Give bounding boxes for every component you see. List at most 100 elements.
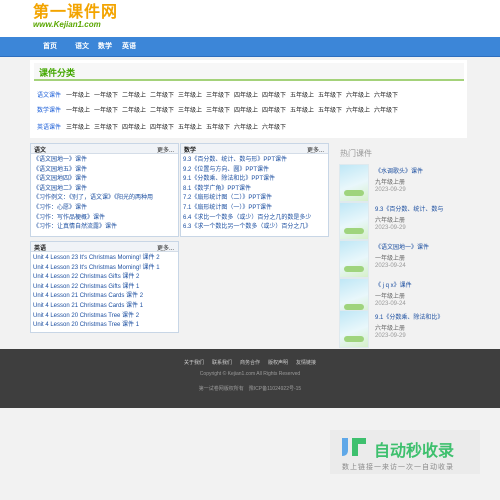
category-box: 课件分类 语文课件 一年级上 一年级下 二年级上 二年级下 三年级上 三年级下 … [30,60,467,138]
list-item[interactable]: 《习作：让真情自然流露》课件 [33,223,153,233]
list-item[interactable]: 9.2《位置与方向、圆》PPT课件 [183,166,311,176]
grade-link[interactable]: 三年级下 [94,122,118,131]
grade-link[interactable]: 五年级上 [290,90,314,99]
grade-link[interactable]: 一年级上 [66,105,90,114]
hot-item-title[interactable]: 《水调歌头》课件 [375,166,423,175]
list-item[interactable]: 《习作例文：《别了，语文课》《阳光的两种用 [33,194,153,204]
watermark-subtitle: 数上链接一来访一次一自动收录 [342,464,454,471]
grade-link[interactable]: 五年级下 [318,105,342,114]
thumbnail-image[interactable] [339,164,369,202]
footer-link-friends[interactable]: 友情链接 [296,359,316,366]
footer-link-contact[interactable]: 联系我们 [212,359,232,366]
list-item[interactable]: 9.1《分数乘、除法和比》PPT课件 [183,175,311,185]
hot-item-title[interactable]: 《语文园地一》课件 [375,242,429,251]
grade-link[interactable]: 五年级上 [178,122,202,131]
hot-item[interactable]: 9.1《分数乘、除法和比》 六年级上册 2023-09-29 [339,310,467,348]
category-label[interactable]: 英语课件 [37,122,61,131]
grade-link[interactable]: 三年级上 [178,90,202,99]
chinese-list: 《语文园地一》课件 《语文园地五》课件 《语文园地四》课件 《语文园地二》课件 … [33,156,153,233]
thumbnail-image[interactable] [339,240,369,278]
grade-link[interactable]: 四年级上 [234,90,258,99]
grade-link[interactable]: 四年级下 [150,122,174,131]
list-item[interactable]: 7.1《扇形统计图（一）》PPT课件 [183,204,311,214]
grade-link[interactable]: 三年级上 [66,122,90,131]
category-label[interactable]: 数学课件 [37,105,61,114]
list-item[interactable]: Unit 4 Lesson 20 Christmas Tree 课件 2 [33,312,160,322]
grade-link[interactable]: 二年级上 [122,90,146,99]
grade-link[interactable]: 五年级上 [290,105,314,114]
grade-link[interactable]: 三年级上 [178,105,202,114]
grade-link[interactable]: 六年级上 [234,122,258,131]
site-logo[interactable]: 第一课件网 www.Kejian1.com [33,4,118,30]
list-item[interactable]: Unit 4 Lesson 23 It's Christmas Morning!… [33,264,160,274]
grade-link[interactable]: 二年级下 [150,105,174,114]
hot-item-title[interactable]: 9.3《百分数、统计、数与 [375,204,443,213]
nav-item-english[interactable]: 英语 [122,37,136,57]
category-row-math: 数学课件 一年级上 一年级下 二年级上 二年级下 三年级上 三年级下 四年级上 … [30,105,467,115]
list-item[interactable]: Unit 4 Lesson 20 Christmas Tree 课件 1 [33,321,160,331]
list-item[interactable]: 《语文园地五》课件 [33,166,153,176]
list-item[interactable]: 《语文园地二》课件 [33,185,153,195]
grade-link[interactable]: 五年级下 [318,90,342,99]
grade-link[interactable]: 一年级下 [94,90,118,99]
more-link[interactable]: 更多... [157,243,174,252]
list-item[interactable]: Unit 4 Lesson 21 Christmas Cards 课件 2 [33,292,160,302]
thumbnail-image[interactable] [339,202,369,240]
list-item[interactable]: 7.2《扇形统计图（二）》PPT课件 [183,194,311,204]
grade-link[interactable]: 六年级下 [374,105,398,114]
icp-text: 第一试卷网版权所有 豫ICP备11024922号-15 [198,386,302,392]
footer-link-copyright[interactable]: 版权声明 [268,359,288,366]
grade-link[interactable]: 六年级上 [346,90,370,99]
panel-title: 英语 [34,246,47,252]
footer-link-about[interactable]: 关于我们 [184,359,204,366]
grade-link[interactable]: 五年级下 [206,122,230,131]
grade-link[interactable]: 六年级上 [346,105,370,114]
list-item[interactable]: 8.1《数学广角》PPT课件 [183,185,311,195]
footer-link-business[interactable]: 商务合作 [240,359,260,366]
hot-title: 热门课件 [340,149,372,158]
grade-link[interactable]: 一年级下 [94,105,118,114]
list-item[interactable]: 《习作：心愿》课件 [33,204,153,214]
hot-item[interactable]: 《语文园地一》课件 一年级上册 2023-09-24 [339,240,467,278]
grade-link[interactable]: 六年级下 [262,122,286,131]
hot-item-title[interactable]: 《 j q x》课件 [375,280,412,289]
list-item[interactable]: 《习作：写作品梗概》课件 [33,214,153,224]
list-item[interactable]: 《语文园地四》课件 [33,175,153,185]
grade-link[interactable]: 三年级下 [206,105,230,114]
panel-header: 英语 更多... [31,242,178,252]
more-link[interactable]: 更多... [307,145,324,154]
hot-item[interactable]: 《水调歌头》课件 九年级上册 2023-09-29 [339,164,467,202]
logo-text: 第一课件网 [33,2,119,21]
site-header: 第一课件网 www.Kejian1.com [0,0,500,37]
list-item[interactable]: Unit 4 Lesson 22 Christmas Gifts 课件 2 [33,273,160,283]
hot-sidebar: 热门课件 《水调歌头》课件 九年级上册 2023-09-29 9.3《百分数、统… [337,140,467,348]
grade-link[interactable]: 二年级下 [150,90,174,99]
list-item[interactable]: Unit 4 Lesson 23 It's Christmas Morning!… [33,254,160,264]
list-item[interactable]: Unit 4 Lesson 22 Christmas Gifts 课件 1 [33,283,160,293]
list-item[interactable]: Unit 4 Lesson 21 Christmas Cards 课件 1 [33,302,160,312]
hot-item-date: 2023-09-29 [375,333,406,339]
grade-link[interactable]: 四年级下 [262,105,286,114]
grade-link[interactable]: 一年级上 [66,90,90,99]
nav-item-math[interactable]: 数学 [98,37,112,57]
chinese-panel: 语文 更多... 《语文园地一》课件 《语文园地五》课件 《语文园地四》课件 《… [30,143,179,237]
grade-link[interactable]: 二年级上 [122,105,146,114]
grade-link[interactable]: 四年级上 [234,105,258,114]
list-item[interactable]: 6.4《求比一个数多（或少）百分之几的数是多少 [183,214,311,224]
nav-item-chinese[interactable]: 语文 [75,37,89,57]
nav-item-home[interactable]: 首页 [43,37,57,57]
grade-link[interactable]: 四年级上 [122,122,146,131]
list-item[interactable]: 9.3《百分数、统计、数与形》PPT课件 [183,156,311,166]
list-item[interactable]: 《语文园地一》课件 [33,156,153,166]
hot-item[interactable]: 9.3《百分数、统计、数与 六年级上册 2023-09-29 [339,202,467,240]
list-item[interactable]: 6.3《求一个数比另一个数多（或少）百分之几》 [183,223,311,233]
more-link[interactable]: 更多... [157,145,174,154]
thumbnail-image[interactable] [339,310,369,348]
grade-link[interactable]: 三年级下 [206,90,230,99]
panel-title: 数学 [184,148,197,154]
hot-item-grade: 六年级上册 [375,218,406,224]
grade-link[interactable]: 六年级下 [374,90,398,99]
grade-link[interactable]: 四年级下 [262,90,286,99]
category-label[interactable]: 语文课件 [37,90,61,99]
hot-item-title[interactable]: 9.1《分数乘、除法和比》 [375,312,443,321]
